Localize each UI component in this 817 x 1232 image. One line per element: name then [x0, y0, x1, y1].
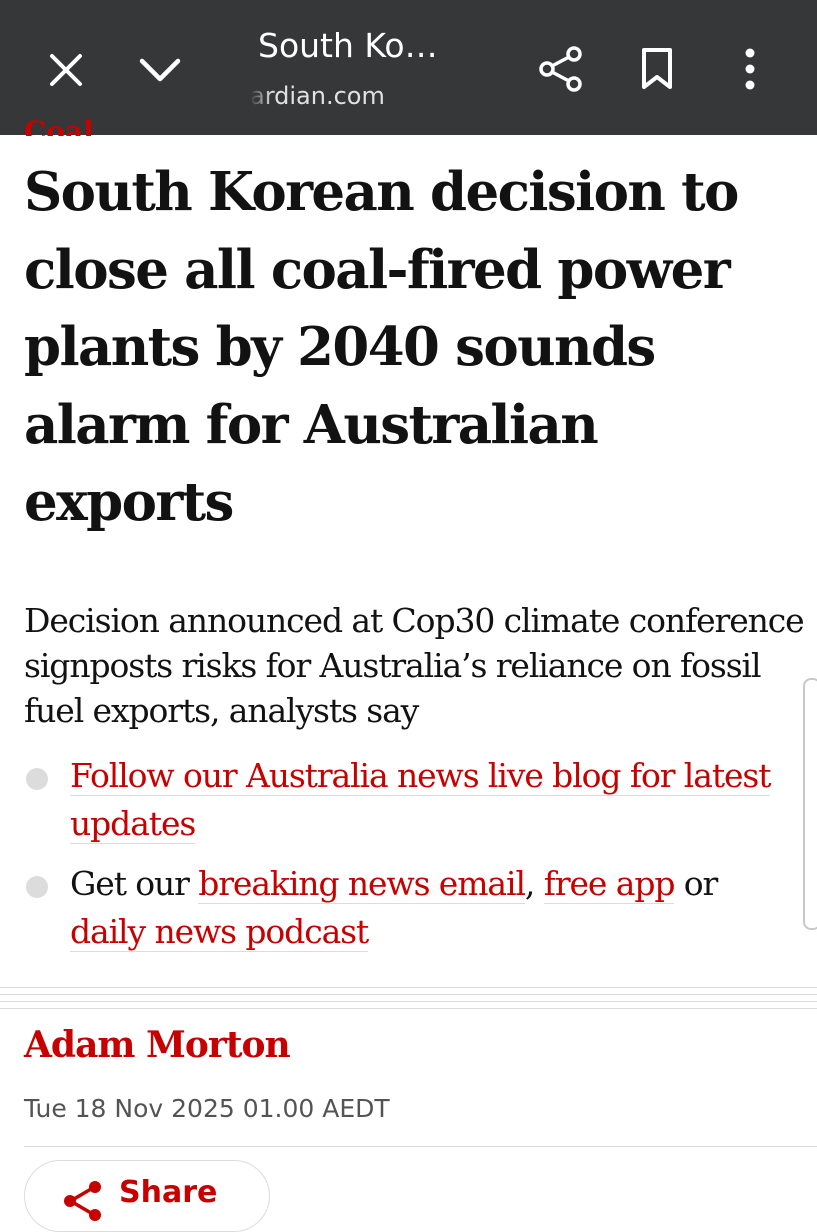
- bookmark-icon: [642, 48, 672, 89]
- meta-divider: [24, 1146, 817, 1147]
- close-button[interactable]: [36, 40, 96, 100]
- article-share-button[interactable]: Share: [24, 1160, 270, 1232]
- chevron-down-icon: [139, 58, 181, 82]
- bullet-dot: [26, 876, 48, 898]
- scrollbar-handle[interactable]: [803, 678, 817, 930]
- bullet-text: ,: [524, 864, 544, 903]
- close-icon: [50, 54, 82, 86]
- more-options-button[interactable]: [722, 38, 778, 100]
- page-url[interactable]: ardian.com: [250, 82, 420, 110]
- daily-news-podcast-link[interactable]: daily news podcast: [70, 912, 369, 952]
- author-byline[interactable]: Adam Morton: [24, 1024, 291, 1066]
- free-app-link[interactable]: free app: [543, 864, 675, 904]
- url-fade: [250, 80, 272, 112]
- bullet-dot: [26, 768, 48, 790]
- standfirst-links: Follow our Australia news live blog for …: [24, 752, 799, 968]
- live-blog-link[interactable]: Follow our Australia news live blog for …: [70, 756, 772, 844]
- share-icon: [539, 46, 582, 92]
- list-item: Get our breaking news email, free app or…: [24, 860, 799, 956]
- bullet-text: or: [674, 864, 719, 903]
- share-icon: [64, 1181, 101, 1221]
- share-label: Share: [119, 1175, 218, 1210]
- section-kicker[interactable]: Coal: [24, 118, 94, 136]
- divider-lines: [0, 987, 817, 1013]
- section-divider: [0, 987, 817, 1013]
- share-button[interactable]: [530, 38, 592, 100]
- publish-date: Tue 18 Nov 2025 01.00 AEDT: [24, 1094, 390, 1123]
- list-item: Follow our Australia news live blog for …: [24, 752, 799, 848]
- browser-toolbar: South Ko… ardian.com: [0, 0, 817, 135]
- breaking-news-email-link[interactable]: breaking news email: [198, 864, 526, 904]
- bookmark-button[interactable]: [627, 38, 687, 100]
- bullet-text: Get our: [70, 864, 199, 903]
- page-title[interactable]: South Ko…: [258, 26, 438, 65]
- more-vertical-icon: [745, 48, 755, 90]
- standfirst: Decision announced at Cop30 climate conf…: [24, 601, 805, 730]
- headline: South Korean decision to close all coal-…: [24, 161, 739, 533]
- minimize-button[interactable]: [130, 40, 190, 100]
